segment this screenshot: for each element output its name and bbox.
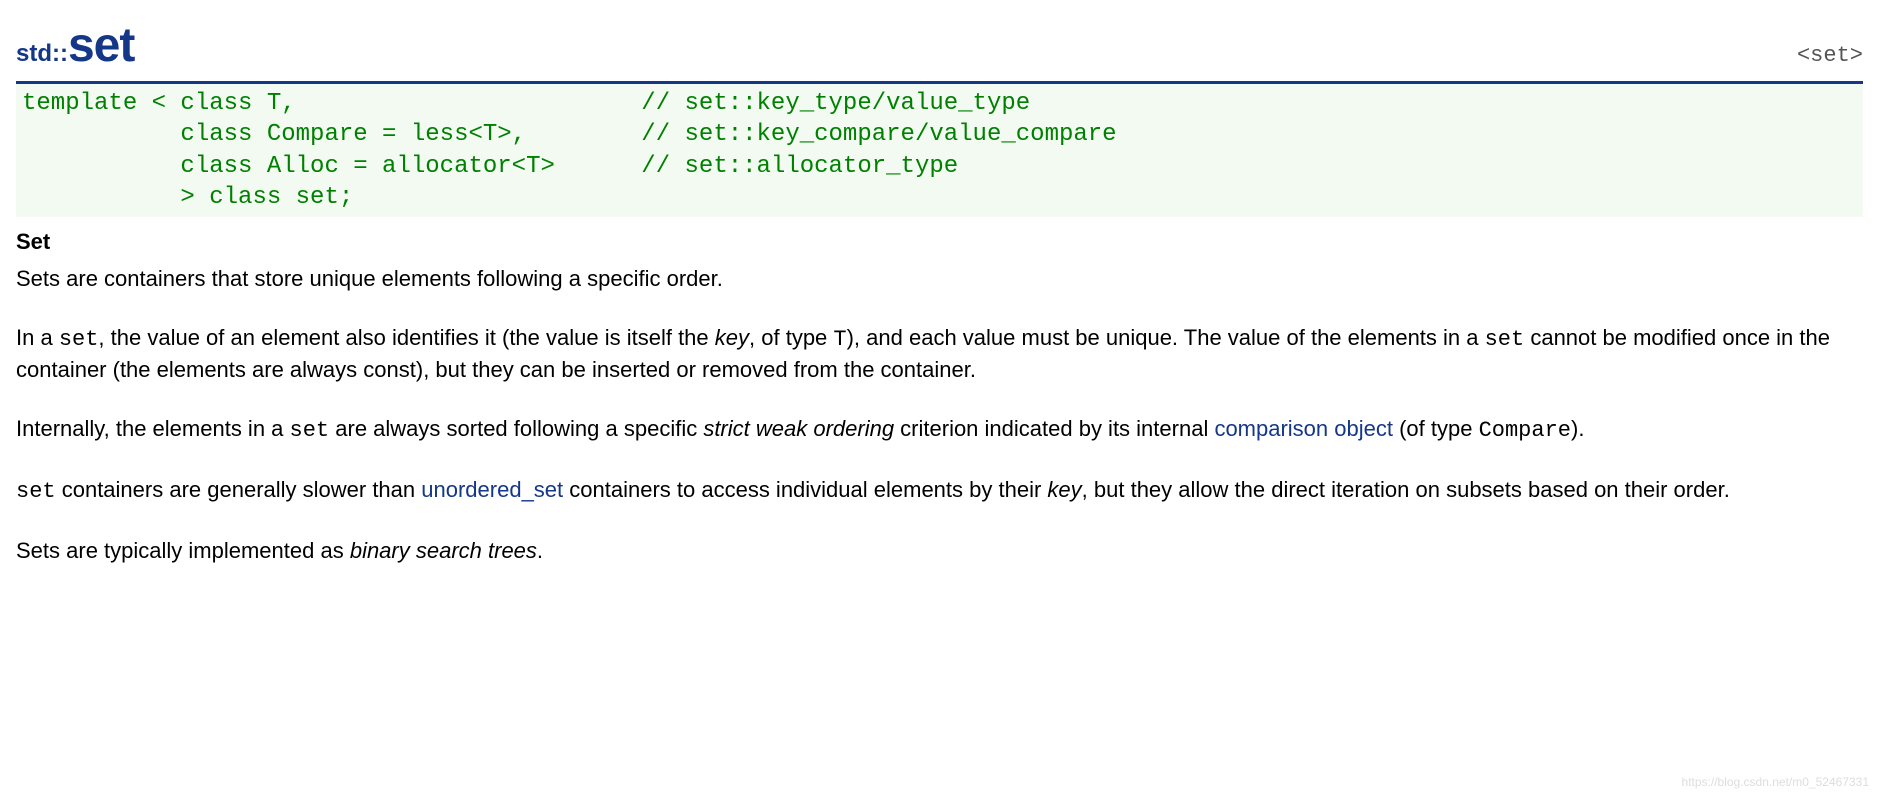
paragraph-implementation: Sets are typically implemented as binary… bbox=[16, 536, 1863, 567]
paragraph-ordering: Internally, the elements in a set are al… bbox=[16, 414, 1863, 447]
code-line: > class set; bbox=[22, 184, 353, 211]
title-name: set bbox=[68, 19, 134, 72]
template-declaration: template < class T, // set::key_type/val… bbox=[16, 84, 1863, 217]
section-heading: Set bbox=[16, 227, 1863, 258]
emphasis: strict weak ordering bbox=[703, 416, 894, 441]
page-title: std::set bbox=[16, 12, 134, 79]
page-header: std::set <set> bbox=[16, 12, 1863, 84]
code-line: template < class T, // set::key_type/val… bbox=[22, 90, 1030, 117]
emphasis: key bbox=[715, 325, 749, 350]
watermark: https://blog.csdn.net/m0_52467331 bbox=[1682, 774, 1869, 791]
paragraph-intro: Sets are containers that store unique el… bbox=[16, 264, 1863, 295]
code-term: set bbox=[16, 479, 56, 504]
code-term: set bbox=[1485, 327, 1525, 352]
title-prefix: std:: bbox=[16, 40, 68, 67]
code-term: set bbox=[290, 418, 330, 443]
emphasis: binary search trees bbox=[350, 538, 537, 563]
code-line: class Alloc = allocator<T> // set::alloc… bbox=[22, 153, 958, 180]
comparison-object-link[interactable]: comparison object bbox=[1214, 416, 1393, 441]
emphasis: key bbox=[1047, 477, 1081, 502]
paragraph-performance: set containers are generally slower than… bbox=[16, 475, 1863, 508]
unordered-set-link[interactable]: unordered_set bbox=[421, 477, 563, 502]
code-term: Compare bbox=[1479, 418, 1571, 443]
code-term: T bbox=[833, 327, 846, 352]
code-line: class Compare = less<T>, // set::key_com… bbox=[22, 121, 1117, 148]
code-term: set bbox=[59, 327, 99, 352]
header-include: <set> bbox=[1797, 41, 1863, 72]
paragraph-key-value: In a set, the value of an element also i… bbox=[16, 323, 1863, 387]
